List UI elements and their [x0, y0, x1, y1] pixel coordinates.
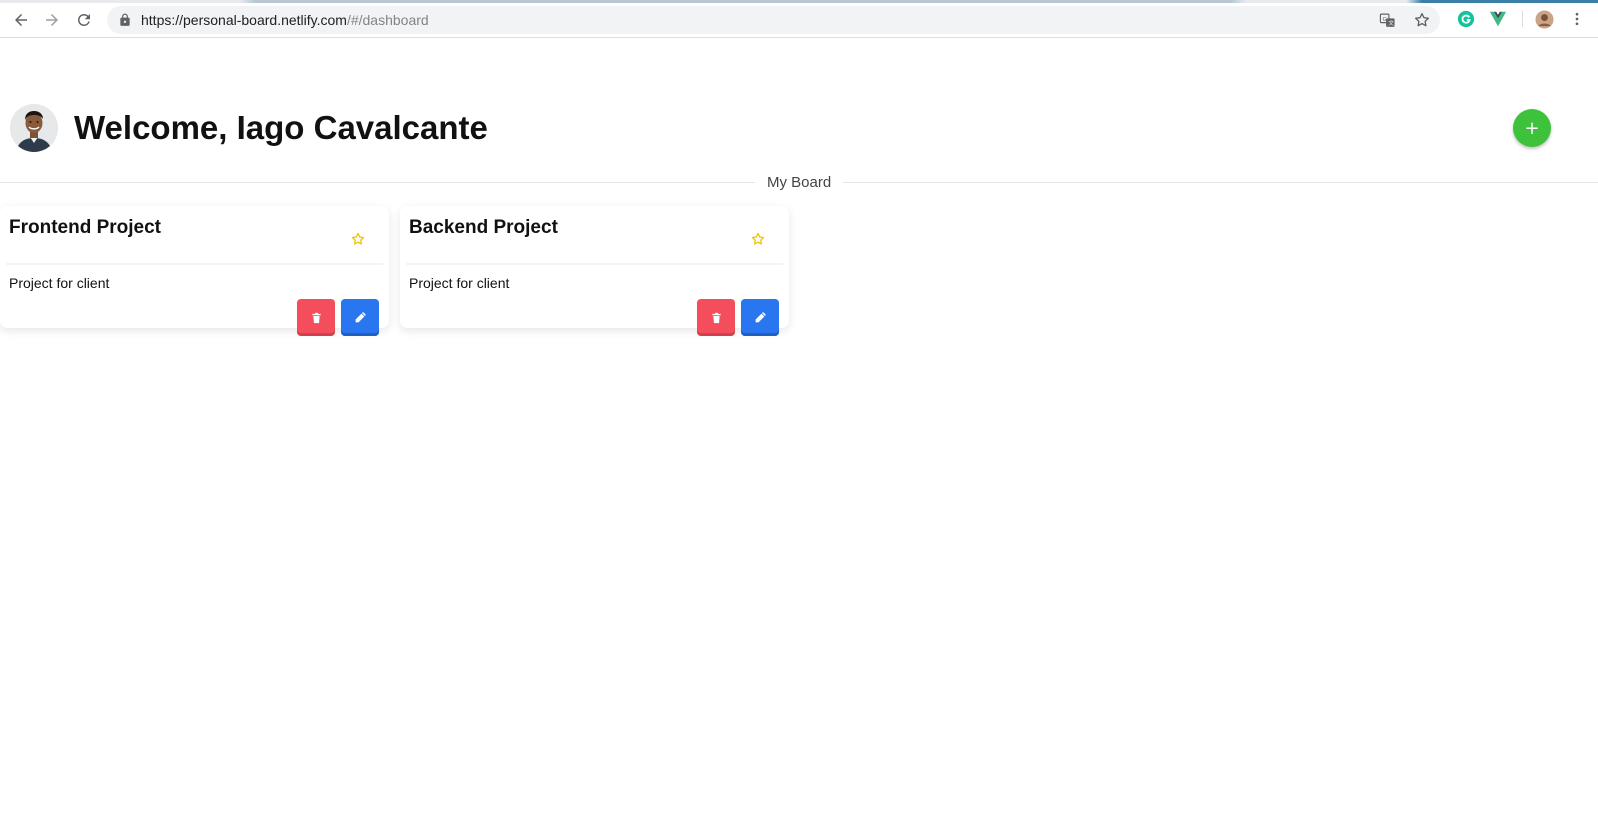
- profile-avatar-icon[interactable]: [1534, 9, 1554, 29]
- forward-button[interactable]: [40, 8, 64, 32]
- arrow-right-icon: [46, 14, 58, 26]
- pencil-icon: [355, 312, 366, 323]
- address-bar[interactable]: https://personal-board.netlify.com/#/das…: [107, 6, 1440, 34]
- url-text: https://personal-board.netlify.com/#/das…: [141, 12, 429, 28]
- project-title: Frontend Project: [9, 217, 162, 238]
- favorite-button[interactable]: [345, 226, 371, 252]
- grammarly-icon[interactable]: [1456, 9, 1476, 29]
- lock-icon: [120, 13, 130, 26]
- project-description: Project for client: [409, 275, 510, 291]
- reload-button[interactable]: [72, 8, 96, 32]
- project-title: Backend Project: [409, 217, 558, 238]
- star-outline-icon: [751, 232, 765, 245]
- bookmark-star-icon[interactable]: [1413, 11, 1431, 29]
- divider-line: [0, 182, 755, 183]
- toolbar-separator: [1522, 11, 1523, 27]
- delete-button[interactable]: [297, 299, 335, 336]
- trash-icon: [711, 312, 721, 323]
- page-title: Welcome, Iago Cavalcante: [74, 109, 488, 146]
- dashboard-header: Welcome, Iago Cavalcante +: [0, 100, 1598, 158]
- kebab-menu-icon[interactable]: [1567, 9, 1587, 29]
- board-divider: My Board: [0, 171, 1598, 195]
- project-card: Backend Project Project for client: [400, 206, 789, 336]
- vue-devtools-icon[interactable]: [1488, 9, 1508, 29]
- reload-icon: [78, 13, 90, 26]
- divider-line: [843, 182, 1598, 183]
- url-path: /#/dashboard: [346, 12, 429, 28]
- board-heading: My Board: [767, 174, 832, 191]
- project-description: Project for client: [9, 275, 110, 291]
- plus-icon: +: [1524, 117, 1540, 139]
- url-host: https://personal-board.netlify.com: [141, 12, 347, 28]
- card-divider: [6, 263, 383, 265]
- edit-button[interactable]: [341, 299, 379, 336]
- translate-icon[interactable]: G文: [1378, 11, 1396, 29]
- trash-icon: [311, 312, 321, 323]
- edit-button[interactable]: [741, 299, 779, 336]
- project-card: Frontend Project Project for client: [0, 206, 389, 336]
- favorite-button[interactable]: [745, 226, 771, 252]
- star-outline-icon: [351, 232, 365, 245]
- avatar-portrait: [10, 104, 58, 152]
- add-project-button[interactable]: +: [1513, 109, 1551, 147]
- back-button[interactable]: [9, 8, 33, 32]
- tab-strip-edge: [0, 0, 1598, 3]
- browser-toolbar: https://personal-board.netlify.com/#/das…: [0, 0, 1598, 38]
- pencil-icon: [755, 312, 766, 323]
- user-avatar: [10, 104, 58, 152]
- arrow-left-icon: [15, 14, 27, 26]
- delete-button[interactable]: [697, 299, 735, 336]
- card-divider: [406, 263, 783, 265]
